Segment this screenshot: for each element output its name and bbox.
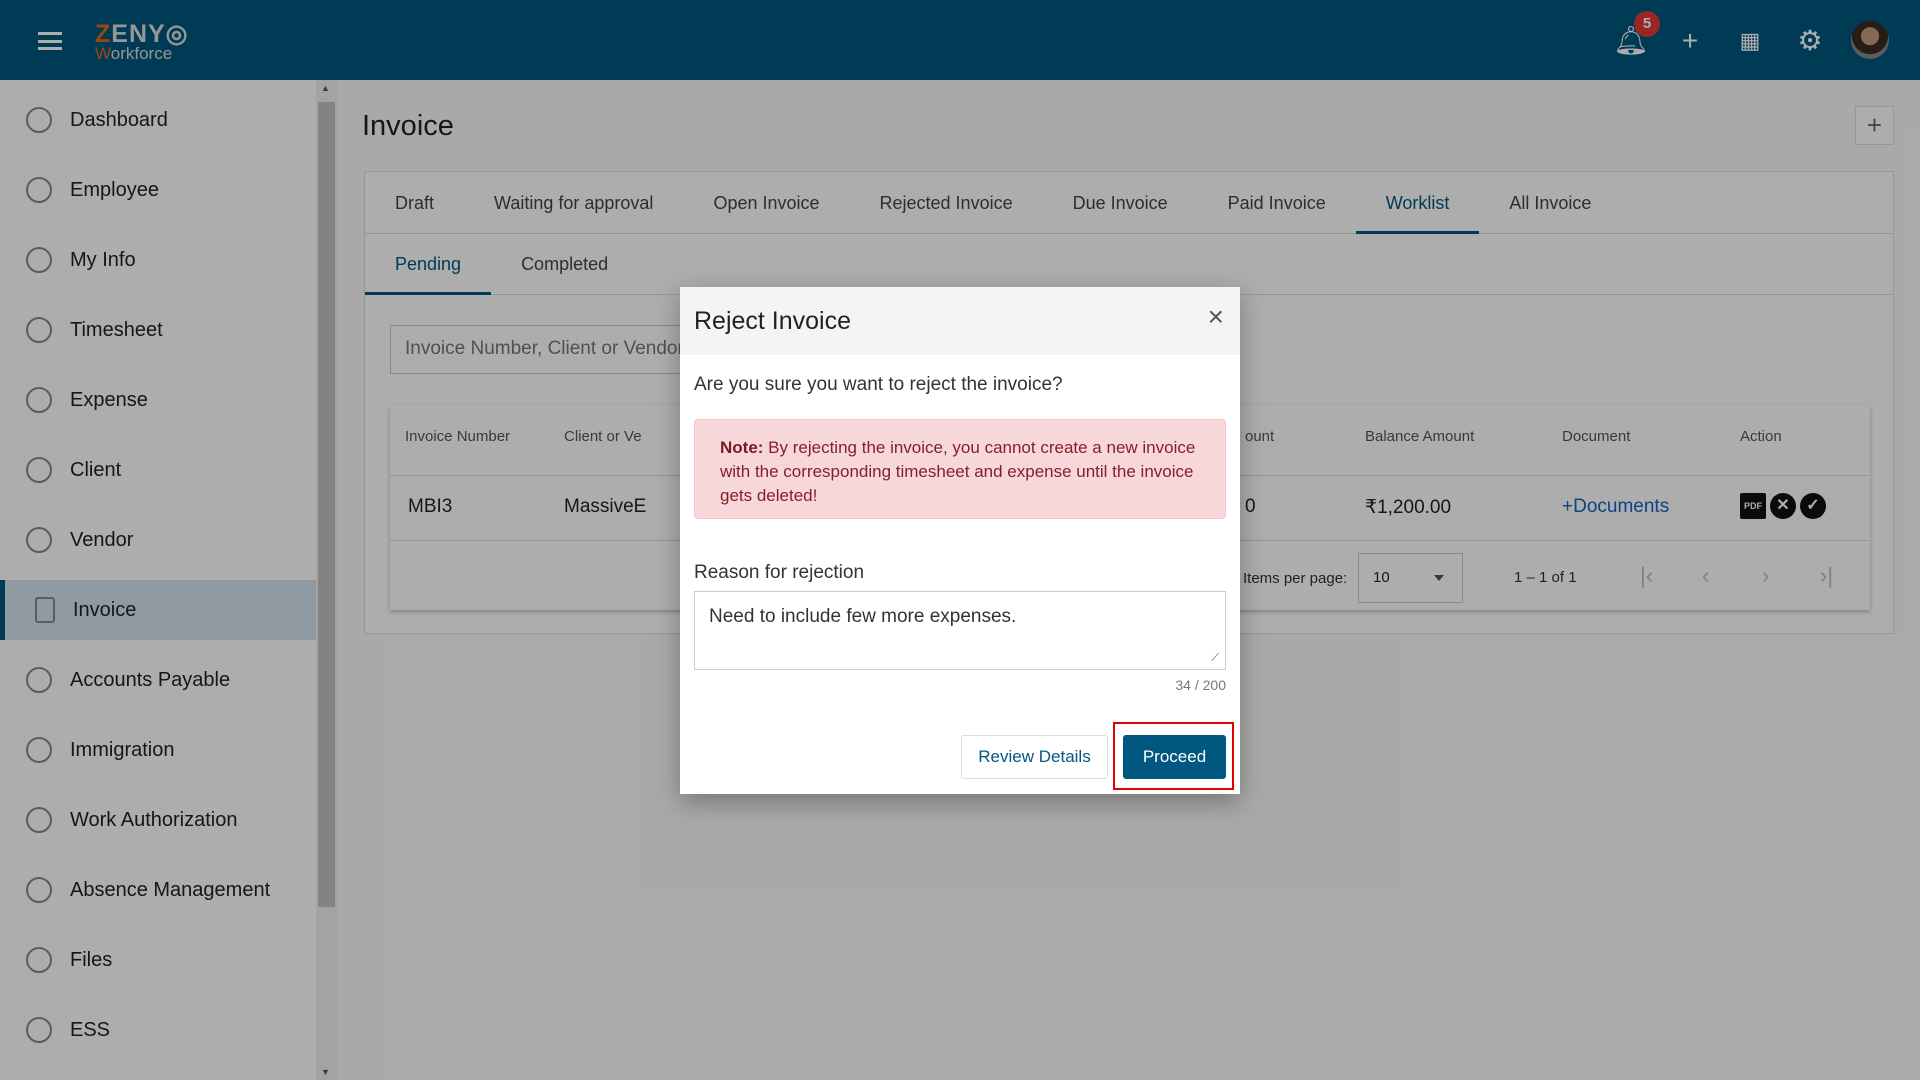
reason-textarea[interactable]: Need to include few more expenses. ⟋ <box>694 591 1226 670</box>
note-label: Note: <box>720 438 764 457</box>
dialog-header: Reject Invoice × <box>680 287 1240 355</box>
reason-label: Reason for rejection <box>694 562 865 583</box>
dialog-title: Reject Invoice <box>694 307 852 335</box>
confirm-question: Are you sure you want to reject the invo… <box>694 374 1063 395</box>
note-text: By rejecting the invoice, you cannot cre… <box>720 438 1196 505</box>
char-counter: 34 / 200 <box>1175 677 1226 693</box>
reason-value: Need to include few more expenses. <box>709 606 1017 627</box>
warning-note: Note: By rejecting the invoice, you cann… <box>694 419 1226 519</box>
close-icon[interactable]: × <box>1208 303 1224 331</box>
resize-handle-icon[interactable]: ⟋ <box>1211 652 1219 665</box>
highlight-box <box>1113 722 1234 790</box>
review-details-button[interactable]: Review Details <box>961 735 1108 779</box>
reject-invoice-dialog: Reject Invoice × Are you sure you want t… <box>680 287 1240 794</box>
